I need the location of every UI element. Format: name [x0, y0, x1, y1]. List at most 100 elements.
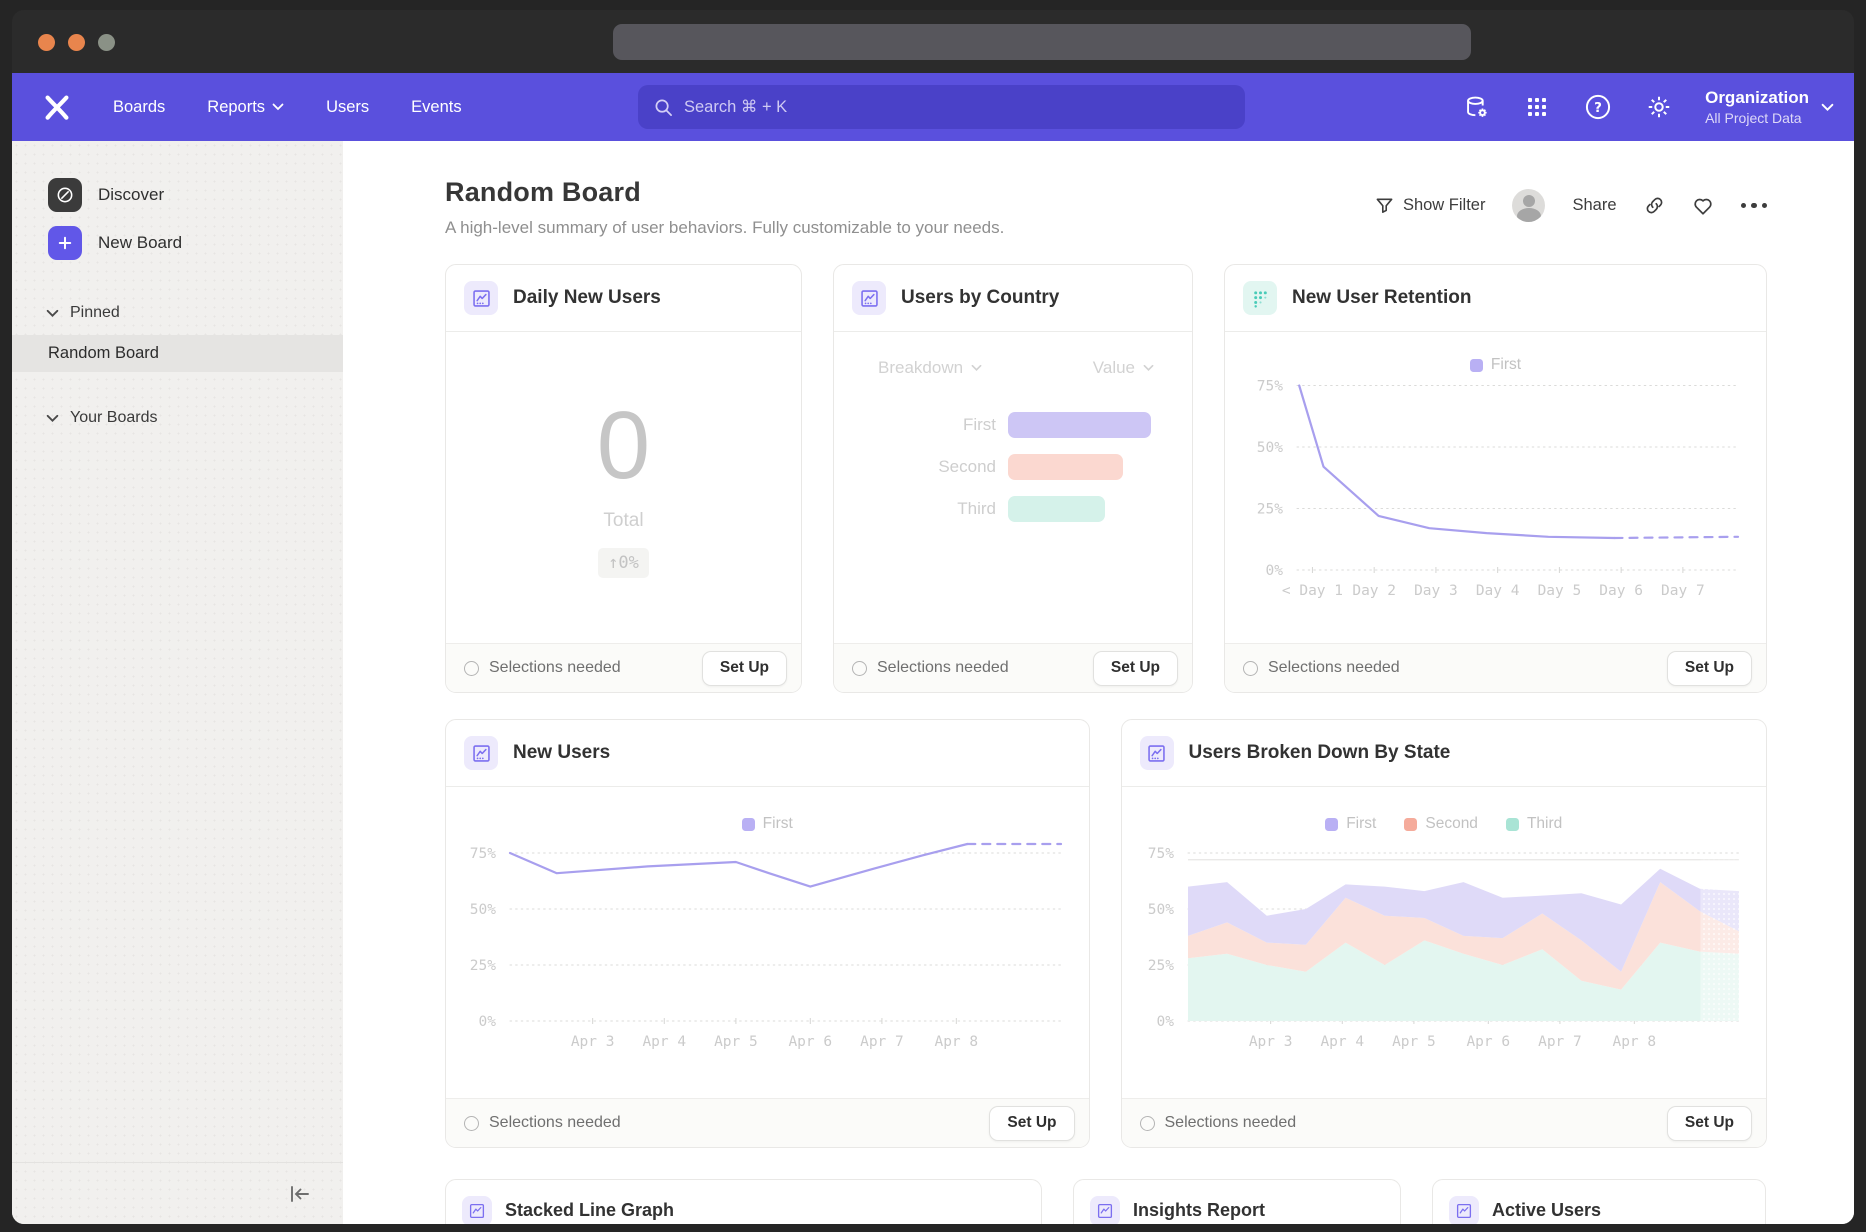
chevron-down-icon — [971, 364, 982, 372]
sidebar-item-discover[interactable]: Discover — [12, 171, 343, 219]
bar-label: First — [834, 415, 996, 435]
svg-text:Apr 6: Apr 6 — [1466, 1034, 1510, 1050]
avatar[interactable] — [1512, 189, 1545, 222]
svg-text:75%: 75% — [1147, 846, 1173, 862]
svg-text:Apr 7: Apr 7 — [860, 1034, 904, 1050]
card-insights-report: Insights Report — [1073, 1179, 1401, 1224]
bar-label: Third — [834, 499, 996, 519]
card-new-user-retention: New User Retention First 75%50%25%0%< Da… — [1224, 264, 1767, 693]
metric-value: 0 — [597, 398, 650, 494]
card-new-users: New Users First 75%50%25%0%Apr 3Apr 4Apr… — [445, 719, 1090, 1148]
sidebar: Discover New Board Pinned Random Board — [12, 141, 343, 1224]
help-icon[interactable]: ? — [1583, 92, 1613, 122]
set-up-button[interactable]: Set Up — [1667, 1106, 1752, 1141]
sidebar-footer — [12, 1162, 343, 1224]
metric-delta-badge: ↑0% — [598, 548, 649, 578]
set-up-button[interactable]: Set Up — [702, 651, 787, 686]
insights-chart-icon — [1140, 736, 1174, 770]
selections-needed-status: Selections needed — [1140, 1114, 1297, 1132]
browser-url-bar[interactable] — [613, 24, 1471, 60]
card-title: Daily New Users — [513, 287, 661, 309]
traffic-lights — [38, 34, 115, 51]
org-switcher[interactable]: Organization All Project Data — [1705, 88, 1834, 126]
svg-text:0%: 0% — [1156, 1014, 1174, 1030]
sidebar-section-pinned[interactable]: Pinned — [12, 297, 343, 329]
filter-icon — [1375, 196, 1394, 215]
nav-item-events[interactable]: Events — [390, 73, 482, 141]
country-bar-row: Third — [834, 496, 1192, 522]
search-input[interactable]: Search ⌘ + K — [638, 85, 1245, 129]
svg-text:Apr 5: Apr 5 — [1392, 1034, 1436, 1050]
sidebar-section-your-boards[interactable]: Your Boards — [12, 402, 343, 434]
svg-text:50%: 50% — [1147, 902, 1173, 918]
discover-icon — [48, 178, 82, 212]
svg-text:?: ? — [1594, 101, 1602, 116]
insights-chart-icon — [1090, 1196, 1120, 1224]
sidebar-item-random-board[interactable]: Random Board — [12, 335, 343, 372]
org-project: All Project Data — [1705, 110, 1809, 126]
svg-text:< Day 1: < Day 1 — [1282, 583, 1343, 599]
bar — [1008, 496, 1105, 522]
metric-label: Total — [603, 510, 643, 532]
selections-needed-status: Selections needed — [1243, 659, 1400, 677]
show-filter-button[interactable]: Show Filter — [1375, 196, 1486, 215]
bar-label: Second — [834, 457, 996, 477]
set-up-button[interactable]: Set Up — [1667, 651, 1752, 686]
window-close-button[interactable] — [38, 34, 55, 51]
share-button[interactable]: Share — [1572, 196, 1616, 215]
svg-text:Day 7: Day 7 — [1661, 583, 1705, 599]
insights-chart-icon — [1449, 1196, 1479, 1224]
status-circle-icon — [464, 661, 479, 676]
settings-gear-icon[interactable] — [1644, 92, 1674, 122]
sidebar-item-new-board[interactable]: New Board — [12, 219, 343, 267]
window-zoom-button[interactable] — [98, 34, 115, 51]
retention-line-chart: 75%50%25%0%< Day 1Day 2Day 3Day 4Day 5Da… — [1225, 332, 1766, 646]
chevron-down-icon — [1143, 364, 1154, 372]
nav-item-reports[interactable]: Reports — [186, 73, 305, 141]
chevron-down-icon — [272, 103, 284, 111]
svg-text:0%: 0% — [479, 1014, 497, 1030]
svg-text:50%: 50% — [470, 902, 496, 918]
svg-text:Day 4: Day 4 — [1476, 583, 1520, 599]
apps-grid-icon[interactable] — [1522, 92, 1552, 122]
card-active-users: Active Users — [1432, 1179, 1766, 1224]
more-options-button[interactable] — [1741, 203, 1768, 209]
set-up-button[interactable]: Set Up — [989, 1106, 1074, 1141]
card-title: Insights Report — [1133, 1200, 1265, 1221]
set-up-button[interactable]: Set Up — [1093, 651, 1178, 686]
svg-text:Apr 4: Apr 4 — [1320, 1034, 1364, 1050]
svg-text:Day 3: Day 3 — [1414, 583, 1458, 599]
nav-item-boards[interactable]: Boards — [92, 73, 186, 141]
data-management-icon[interactable] — [1461, 92, 1491, 122]
plus-icon — [48, 226, 82, 260]
nav-item-users[interactable]: Users — [305, 73, 390, 141]
status-circle-icon — [1140, 1116, 1155, 1131]
card-title: New User Retention — [1292, 287, 1471, 309]
org-name: Organization — [1705, 88, 1809, 108]
svg-text:75%: 75% — [1257, 379, 1283, 395]
chevron-down-icon — [1821, 103, 1834, 112]
window-minimize-button[interactable] — [68, 34, 85, 51]
value-dropdown[interactable]: Value — [1093, 358, 1154, 378]
card-stacked-line-graph: Stacked Line Graph — [445, 1179, 1042, 1224]
board-main: Random Board A high-level summary of use… — [343, 141, 1854, 1224]
status-circle-icon — [464, 1116, 479, 1131]
mixpanel-logo-icon[interactable] — [34, 84, 80, 130]
svg-text:50%: 50% — [1257, 440, 1283, 456]
by-state-area-chart: 75%50%25%0%Apr 3Apr 4Apr 5Apr 6Apr 7Apr … — [1122, 787, 1767, 1101]
favorite-button[interactable] — [1692, 196, 1714, 216]
card-users-by-country: Users by Country Breakdown — [833, 264, 1193, 693]
window-titlebar — [12, 10, 1854, 73]
insights-chart-icon — [852, 281, 886, 315]
copy-link-button[interactable] — [1644, 195, 1665, 216]
country-bar-row: Second — [834, 454, 1192, 480]
svg-text:Day 6: Day 6 — [1599, 583, 1643, 599]
top-navbar: Boards Reports Users Events Search ⌘ + K — [12, 73, 1854, 141]
selections-needed-status: Selections needed — [464, 1114, 621, 1132]
collapse-sidebar-icon[interactable] — [287, 1183, 313, 1205]
navbar-right: ? Organization All Project Data — [1461, 88, 1854, 126]
svg-text:Apr 3: Apr 3 — [571, 1034, 615, 1050]
svg-text:25%: 25% — [1257, 502, 1283, 518]
breakdown-dropdown[interactable]: Breakdown — [878, 358, 982, 378]
svg-text:75%: 75% — [470, 846, 496, 862]
